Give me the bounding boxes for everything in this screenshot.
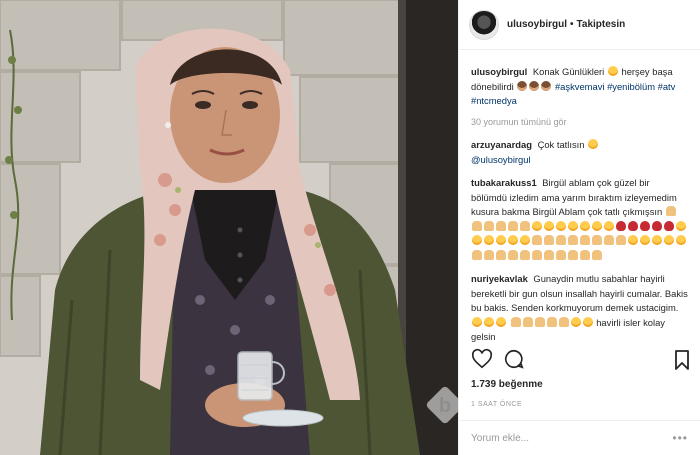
comment-icon[interactable] bbox=[503, 348, 525, 370]
likes-count[interactable]: 1.739 beğenme bbox=[471, 379, 543, 390]
comment-item: nuriyekavlak Gunaydin mutlu sabahlar hay… bbox=[471, 272, 688, 345]
comment-item: tubakarakuss1 Birgül ablam çok güzel bir… bbox=[471, 176, 688, 263]
smile-emoji-icon bbox=[520, 235, 530, 245]
pray-emoji-icon bbox=[532, 249, 542, 260]
post-actions bbox=[471, 348, 535, 370]
smile-emoji-icon bbox=[570, 316, 581, 327]
pray-emoji-icon bbox=[484, 220, 494, 231]
smile-emoji-icon bbox=[484, 316, 494, 327]
pray-emoji-icon bbox=[484, 249, 494, 260]
rose-emoji-icon bbox=[616, 220, 626, 231]
pray-emoji-icon bbox=[665, 206, 676, 216]
smile-emoji-icon bbox=[582, 316, 593, 327]
smile-emoji-icon bbox=[484, 235, 494, 245]
smile-emoji-icon bbox=[664, 235, 674, 245]
smile-emoji-icon bbox=[676, 220, 686, 231]
smile-emoji-icon bbox=[532, 220, 542, 231]
monkey-emoji-icon bbox=[541, 80, 552, 91]
smile-emoji-icon bbox=[568, 220, 578, 231]
smile-emoji-icon bbox=[496, 316, 506, 327]
pray-emoji-icon bbox=[556, 235, 566, 245]
comment-username[interactable]: nuriyekavlak bbox=[471, 273, 528, 284]
smile-emoji-icon bbox=[580, 220, 590, 231]
pray-emoji-icon bbox=[532, 235, 542, 245]
follow-status[interactable]: Takiptesin bbox=[577, 19, 626, 30]
comment-text: Çok tatlısın bbox=[537, 139, 585, 150]
monkey-emoji-icon bbox=[517, 80, 528, 91]
monkey-emoji-icon bbox=[529, 80, 540, 91]
post-side-panel: ulusoybirgul • Takiptesin ulusoybirgul K… bbox=[458, 0, 700, 455]
smile-emoji-icon bbox=[496, 235, 506, 245]
svg-text:b: b bbox=[439, 395, 451, 417]
caption-username[interactable]: ulusoybirgul bbox=[471, 66, 527, 77]
comment-item: arzuyanardag Çok tatlısın @ulusoybirgul bbox=[471, 138, 688, 167]
pray-emoji-icon bbox=[544, 235, 554, 245]
smile-emoji-icon bbox=[628, 235, 638, 245]
post-header: ulusoybirgul • Takiptesin bbox=[459, 0, 700, 50]
pray-emoji-icon bbox=[616, 235, 626, 245]
smile-emoji-icon bbox=[676, 235, 686, 245]
smile-emoji-icon bbox=[607, 66, 618, 76]
separator-dot: • bbox=[570, 19, 574, 30]
more-options-button[interactable]: ••• bbox=[672, 431, 688, 445]
pray-emoji-icon bbox=[604, 235, 614, 245]
post-photo[interactable]: b bbox=[0, 0, 458, 455]
pray-emoji-icon bbox=[508, 220, 518, 231]
header-username[interactable]: ulusoybirgul bbox=[507, 19, 567, 30]
smile-emoji-icon bbox=[556, 220, 566, 231]
rose-emoji-icon bbox=[628, 220, 638, 231]
pray-emoji-icon bbox=[496, 249, 506, 260]
pray-emoji-icon bbox=[520, 249, 530, 260]
comments-area: ulusoybirgul Konak Günlükleri herşey baş… bbox=[459, 55, 700, 345]
pray-emoji-icon bbox=[546, 316, 557, 327]
comment-username[interactable]: arzuyanardag bbox=[471, 139, 532, 150]
pray-emoji-icon bbox=[592, 249, 602, 260]
view-all-comments-link[interactable]: 30 yorumun tümünü gör bbox=[471, 115, 688, 130]
smile-emoji-icon bbox=[472, 316, 482, 327]
pray-emoji-icon bbox=[522, 316, 533, 327]
pray-emoji-icon bbox=[472, 220, 482, 231]
smile-emoji-icon bbox=[640, 235, 650, 245]
pray-emoji-icon bbox=[496, 220, 506, 231]
caption: ulusoybirgul Konak Günlükleri herşey baş… bbox=[471, 65, 688, 109]
pray-emoji-icon bbox=[544, 249, 554, 260]
heart-icon[interactable] bbox=[471, 348, 493, 370]
comment-mention[interactable]: @ulusoybirgul bbox=[471, 154, 531, 165]
kiss-emoji-icon bbox=[588, 139, 599, 149]
pray-emoji-icon bbox=[558, 316, 569, 327]
pray-emoji-icon bbox=[510, 316, 521, 327]
comment-input[interactable] bbox=[471, 432, 661, 444]
rose-emoji-icon bbox=[652, 220, 662, 231]
smile-emoji-icon bbox=[652, 235, 662, 245]
rose-emoji-icon bbox=[664, 220, 674, 231]
rose-emoji-icon bbox=[640, 220, 650, 231]
pray-emoji-icon bbox=[568, 249, 578, 260]
smile-emoji-icon bbox=[544, 220, 554, 231]
smile-emoji-icon bbox=[472, 235, 482, 245]
pray-emoji-icon bbox=[568, 235, 578, 245]
add-comment-bar: ••• bbox=[459, 420, 700, 455]
pray-emoji-icon bbox=[580, 249, 590, 260]
pray-emoji-icon bbox=[508, 249, 518, 260]
pray-emoji-icon bbox=[556, 249, 566, 260]
watermark-logo: b bbox=[426, 386, 458, 424]
pray-emoji-icon bbox=[472, 249, 482, 260]
pray-emoji-icon bbox=[592, 235, 602, 245]
pray-emoji-icon bbox=[534, 316, 545, 327]
comment-username[interactable]: tubakarakuss1 bbox=[471, 177, 537, 188]
pray-emoji-icon bbox=[580, 235, 590, 245]
smile-emoji-icon bbox=[604, 220, 614, 231]
smile-emoji-icon bbox=[508, 235, 518, 245]
bookmark-icon[interactable] bbox=[674, 350, 690, 370]
pray-emoji-icon bbox=[520, 220, 530, 231]
caption-text: Konak Günlükleri bbox=[532, 66, 605, 77]
avatar[interactable] bbox=[469, 9, 499, 40]
smile-emoji-icon bbox=[592, 220, 602, 231]
post-time[interactable]: 1 SAAT ÖNCE bbox=[471, 401, 522, 408]
